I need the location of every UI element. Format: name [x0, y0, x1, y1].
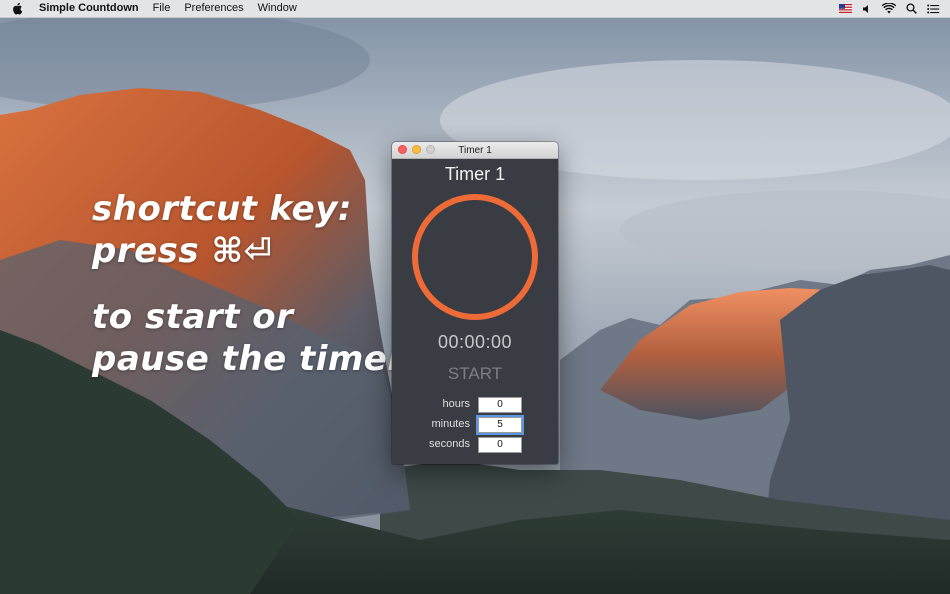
wifi-icon[interactable] — [882, 3, 896, 14]
promo-action-text: to start or pause the timer — [92, 296, 405, 380]
seconds-row: seconds 0 — [392, 437, 558, 453]
hours-row: hours 0 — [392, 397, 558, 413]
timer-name: Timer 1 — [444, 164, 506, 184]
close-button[interactable] — [398, 145, 407, 154]
menu-window[interactable]: Window — [258, 0, 297, 17]
window-title: Timer 1 — [458, 144, 492, 156]
flag-us-icon[interactable] — [839, 4, 852, 13]
menu-app-name[interactable]: Simple Countdown — [39, 0, 139, 17]
spotlight-icon[interactable] — [906, 3, 917, 14]
notification-center-icon[interactable] — [927, 4, 940, 14]
menu-file[interactable]: File — [153, 0, 171, 17]
promo-line: shortcut key: — [92, 189, 352, 229]
zoom-button[interactable] — [426, 145, 435, 154]
menu-bar-status-area — [839, 3, 940, 14]
promo-line: pause the timer — [92, 339, 405, 379]
window-titlebar[interactable]: Timer 1 — [392, 142, 558, 159]
minutes-label: minutes — [431, 418, 470, 430]
apple-menu-icon[interactable] — [9, 0, 25, 17]
seconds-field[interactable]: 0 — [478, 437, 522, 453]
minutes-row: minutes 5 — [392, 415, 558, 435]
progress-ring — [412, 194, 538, 320]
hours-label: hours — [442, 398, 470, 410]
minimize-button[interactable] — [412, 145, 421, 154]
menu-bar: Simple Countdown File Preferences Window — [0, 0, 950, 18]
volume-icon[interactable] — [862, 4, 872, 14]
timer-window: Timer 1 Timer 1 00:00:00 START hours 0 m… — [392, 142, 558, 464]
time-display: 00:00:00 — [437, 332, 513, 352]
menu-preferences[interactable]: Preferences — [184, 0, 243, 17]
minutes-field[interactable]: 5 — [476, 415, 524, 435]
promo-line: press ⌘⏎ — [92, 231, 273, 271]
start-button[interactable]: START — [425, 362, 525, 386]
seconds-label: seconds — [429, 438, 470, 450]
promo-shortcut-text: shortcut key: press ⌘⏎ — [92, 188, 352, 272]
hours-field[interactable]: 0 — [478, 397, 522, 413]
window-controls — [398, 145, 435, 154]
promo-line: to start or — [92, 297, 294, 337]
